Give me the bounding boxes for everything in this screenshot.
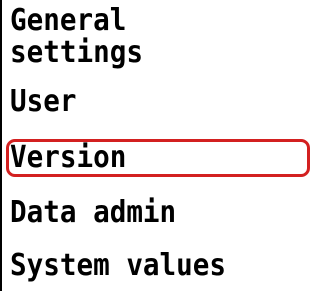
menu-item-version[interactable]: Version [10, 143, 126, 173]
menu-item-data-admin[interactable]: Data admin [10, 198, 176, 228]
menu-item-general-settings-line2[interactable]: settings [10, 38, 143, 68]
menu-item-user[interactable]: User [10, 87, 76, 117]
settings-menu: General settings User Version Data admin… [0, 0, 325, 291]
menu-item-general-settings-line1[interactable]: General [10, 6, 126, 36]
settings-menu-screen: General settings User Version Data admin… [0, 0, 325, 291]
menu-item-system-values[interactable]: System values [10, 251, 226, 281]
